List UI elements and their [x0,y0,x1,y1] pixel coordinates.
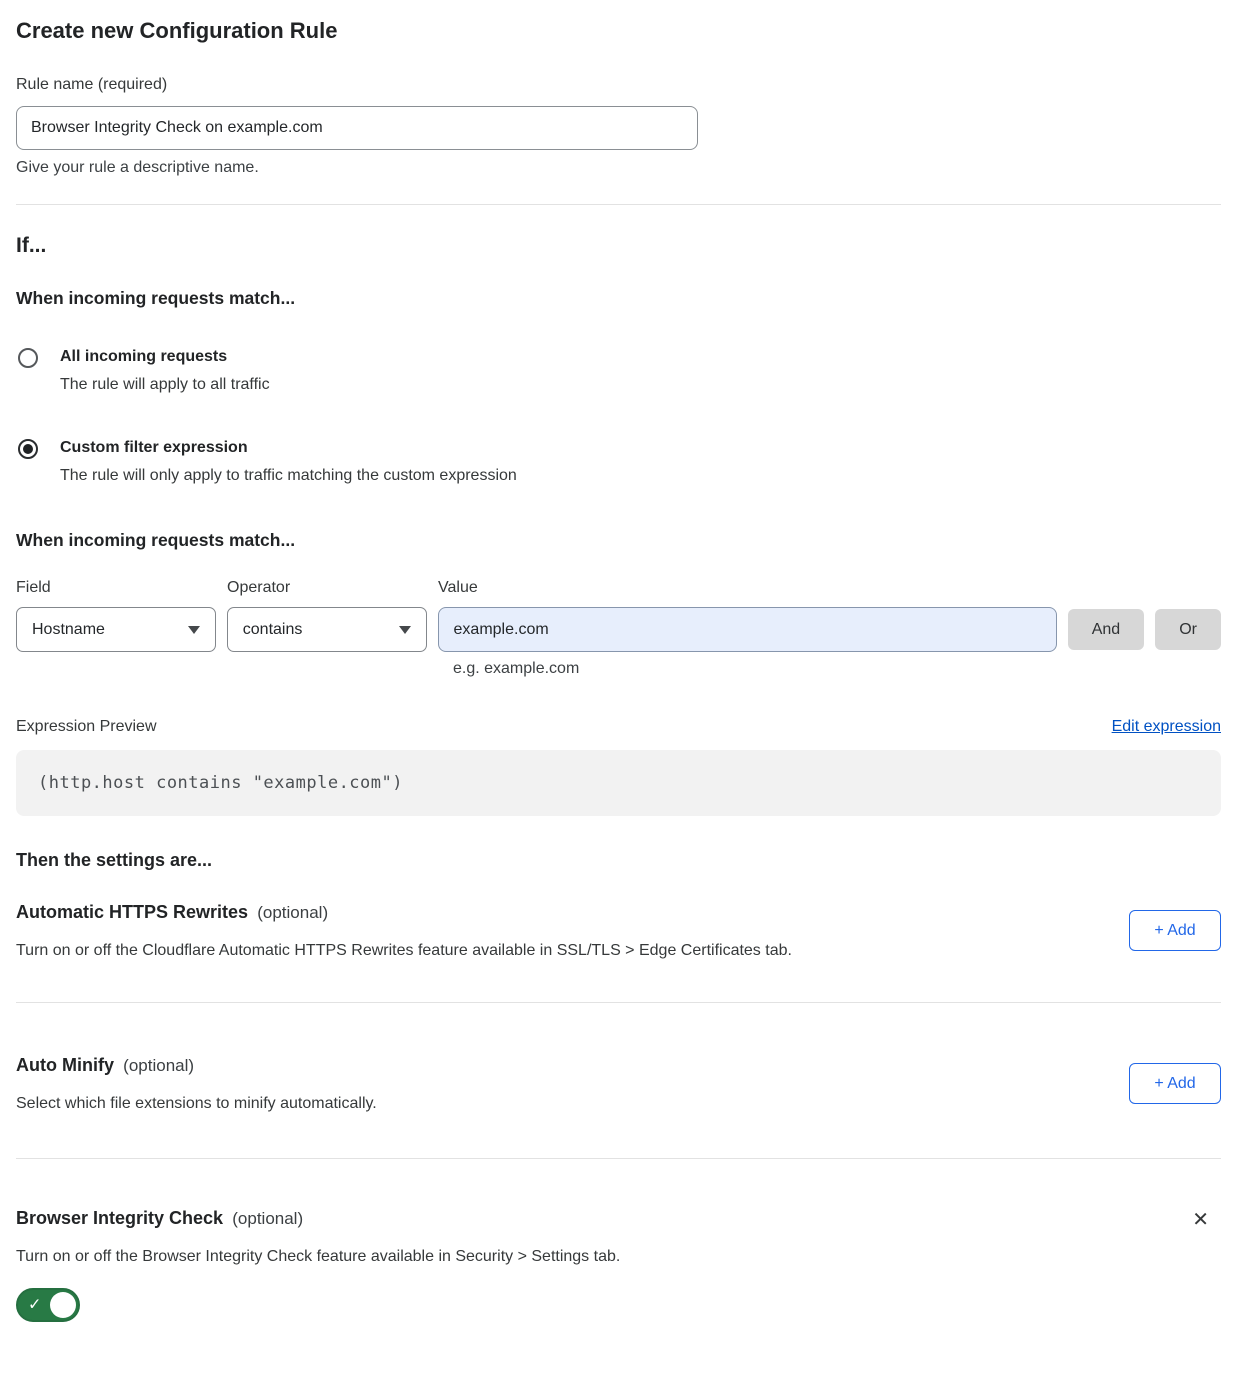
operator-select-value: contains [243,621,303,639]
checkmark-icon: ✓ [28,1295,41,1315]
setting-auto-minify: Auto Minify (optional) Select which file… [16,1055,1221,1113]
radio-label: All incoming requests [60,347,270,366]
field-column-label: Field [16,579,227,597]
setting-description: Select which file extensions to minify a… [16,1095,377,1113]
setting-description: Turn on or off the Browser Integrity Che… [16,1248,620,1266]
browser-integrity-check-toggle[interactable]: ✓ [16,1288,80,1322]
edit-expression-link[interactable]: Edit expression [1112,718,1221,736]
expression-preview-code: (http.host contains "example.com") [16,750,1221,816]
value-input[interactable] [438,607,1057,652]
expression-preview-label: Expression Preview [16,718,157,736]
if-heading: If... [16,234,1221,258]
operator-column-label: Operator [227,579,438,597]
radio-unchecked-icon[interactable] [18,348,38,368]
operator-select[interactable]: contains [227,607,427,652]
setting-optional-tag: (optional) [228,1209,304,1228]
value-column-label: Value [438,579,478,597]
radio-option-custom-filter-expression[interactable]: Custom filter expression The rule will o… [16,438,1221,485]
setting-name: Browser Integrity Check [16,1208,223,1228]
setting-description: Turn on or off the Cloudflare Automatic … [16,942,792,960]
setting-name: Auto Minify [16,1055,114,1075]
rule-name-helper: Give your rule a descriptive name. [16,159,1221,177]
section-divider [16,1002,1221,1003]
expression-builder-heading: When incoming requests match... [16,530,1221,551]
value-helper-text: e.g. example.com [453,660,1221,678]
page-title: Create new Configuration Rule [16,18,1221,44]
expression-builder-row: Hostname contains And Or [16,607,1221,652]
add-automatic-https-rewrites-button[interactable]: + Add [1129,910,1221,951]
radio-description: The rule will apply to all traffic [60,376,270,394]
setting-browser-integrity-check: Browser Integrity Check (optional) Turn … [16,1208,1221,1322]
or-button[interactable]: Or [1155,609,1221,650]
setting-optional-tag: (optional) [118,1056,194,1075]
radio-option-all-incoming-requests[interactable]: All incoming requests The rule will appl… [16,347,1221,394]
chevron-down-icon [188,626,200,634]
setting-automatic-https-rewrites: Automatic HTTPS Rewrites (optional) Turn… [16,902,1221,960]
section-divider [16,1158,1221,1159]
setting-name: Automatic HTTPS Rewrites [16,902,248,922]
close-icon[interactable]: ✕ [1192,1210,1209,1230]
match-heading: When incoming requests match... [16,288,1221,309]
section-divider [16,204,1221,205]
field-select[interactable]: Hostname [16,607,216,652]
field-select-value: Hostname [32,621,105,639]
expression-builder-column-labels: Field Operator Value [16,579,1221,597]
rule-name-input[interactable] [16,106,698,150]
chevron-down-icon [399,626,411,634]
setting-optional-tag: (optional) [253,903,329,922]
radio-label: Custom filter expression [60,438,517,457]
expression-preview-header: Expression Preview Edit expression [16,718,1221,736]
and-button[interactable]: And [1068,609,1144,650]
add-auto-minify-button[interactable]: + Add [1129,1063,1221,1104]
create-configuration-rule-form: Create new Configuration Rule Rule name … [0,0,1237,1342]
radio-checked-icon[interactable] [18,439,38,459]
toggle-knob[interactable] [50,1292,76,1318]
rule-name-label: Rule name (required) [16,76,1221,94]
then-settings-heading: Then the settings are... [16,850,1221,871]
radio-description: The rule will only apply to traffic matc… [60,467,517,485]
